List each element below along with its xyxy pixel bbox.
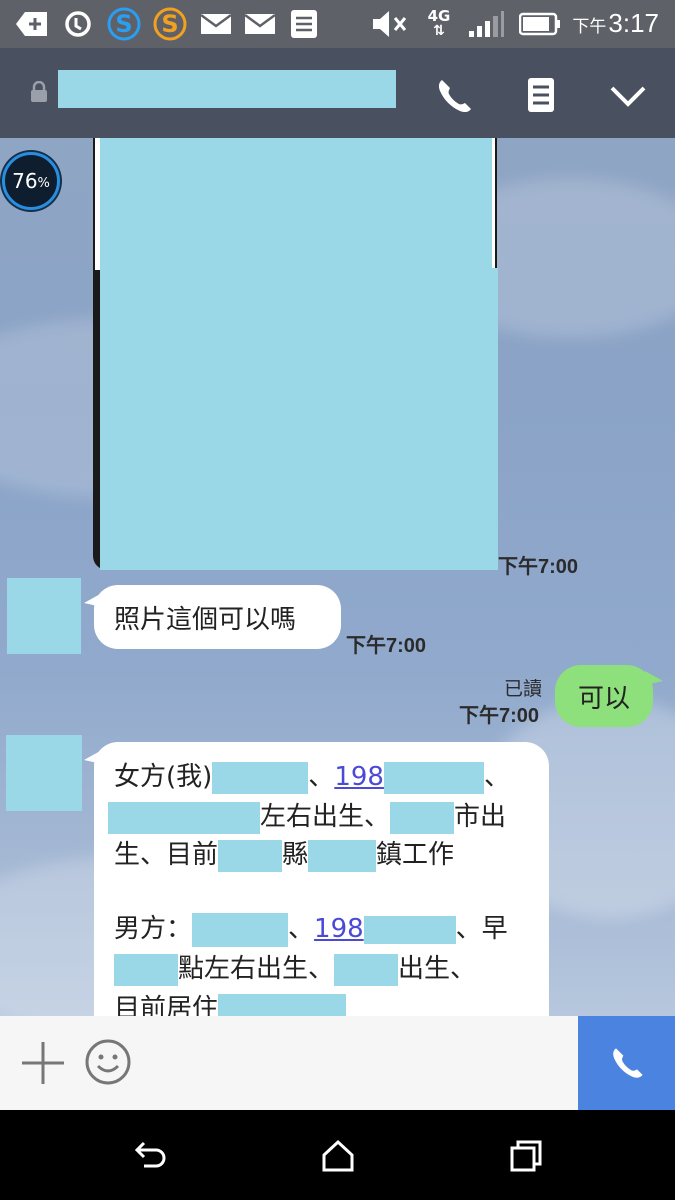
phone-icon [612,1048,643,1078]
add-attachment-button[interactable] [20,1040,66,1086]
status-bar: S S 4G ⇅ 下午3:17 [0,0,675,48]
menu-icon [528,78,554,112]
phone-icon [438,80,471,113]
navigation-bar [0,1110,675,1200]
message-time: 下午7:00 [498,556,579,578]
s-app-blue-icon: S [106,7,142,41]
plus-icon [22,1042,64,1084]
recents-button[interactable] [508,1138,544,1174]
outgoing-message[interactable]: 可以 [555,665,663,727]
message-line: 點左右出生、 出生、 [114,948,476,986]
mail-icon [242,8,278,40]
avatar[interactable] [6,735,82,811]
avatar[interactable] [7,578,81,654]
signal-icon [466,8,506,40]
note-icon [288,8,320,40]
mail-icon [198,8,234,40]
message-line: 目前居住 [114,988,347,1016]
back-icon [134,1141,166,1168]
sync-icon [60,8,96,40]
incoming-message[interactable]: 女方(我) 、198、 左右出生、 市出 生、目前縣鎮工作 男方： 、198 、早 點左… [84,742,549,1016]
message-text: 照片這個可以嗎 [114,605,297,635]
network-type: 4G ⇅ [427,7,451,39]
battery-overlay-badge[interactable]: 76% [2,152,60,210]
message-line: 左右出生、 市出 [108,796,506,834]
link[interactable]: 198 [334,762,384,792]
read-receipt: 已讀 [504,678,543,700]
lock-icon [30,80,48,103]
add-icon [14,8,50,40]
emoji-button[interactable] [84,1038,132,1086]
recents-icon [510,1140,542,1172]
link[interactable]: 198 [314,914,364,944]
s-app-orange-icon: S [152,7,188,41]
message-line: 生、目前縣鎮工作 [114,839,455,872]
message-time: 下午7:00 [459,705,540,727]
message-line: 男方： 、198 、早 [114,908,508,947]
chat-area[interactable]: 下午7:00 照片這個可以嗎 下午7:00 已讀 下午7:00 可以 女方(我)… [0,138,675,1016]
chevron-down-icon [610,86,646,107]
clock: 下午3:17 [572,8,659,38]
input-bar [0,1016,675,1110]
message-time: 下午7:00 [346,635,427,657]
voice-call-button[interactable] [430,72,478,120]
home-button[interactable] [320,1138,356,1174]
battery-icon [518,8,562,40]
menu-button[interactable] [517,72,565,120]
emoji-icon [85,1039,131,1085]
chat-title-redacted [58,70,396,108]
call-button[interactable] [578,1016,675,1110]
home-icon [322,1139,354,1172]
photo-redacted [362,268,498,570]
collapse-button[interactable] [604,72,652,120]
message-line: 女方(我) 、198、 [114,761,510,794]
mute-icon [370,8,410,40]
back-button[interactable] [132,1138,168,1174]
incoming-message[interactable]: 照片這個可以嗎 [84,585,341,649]
svg-text:S: S [115,10,132,38]
svg-text:S: S [161,10,178,38]
message-text: 可以 [577,683,630,714]
